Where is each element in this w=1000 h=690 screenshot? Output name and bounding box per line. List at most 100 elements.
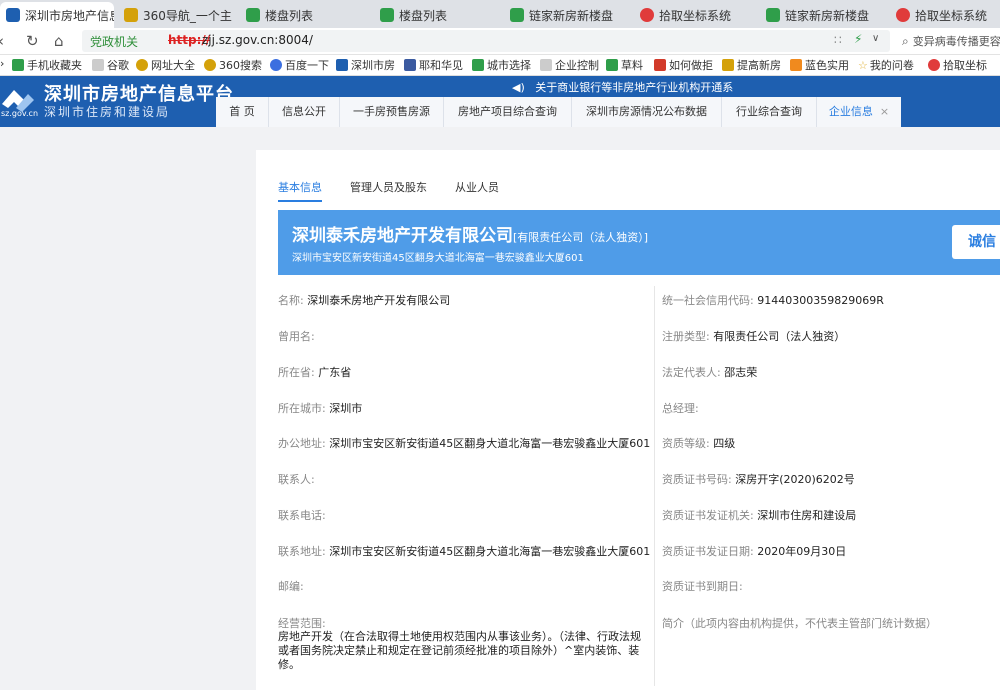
tab-label: 链家新房新楼盘 xyxy=(785,8,870,23)
tab-label: 拾取坐标系统 xyxy=(915,8,988,23)
360-icon xyxy=(136,59,148,71)
bookmark-10[interactable]: 草料 xyxy=(606,57,643,73)
field-contact-address: 联系地址: 深圳市宝安区新安街道45区翻身大道北海富一巷宏骏鑫业大厦601 xyxy=(278,543,650,559)
tab-loupan-1[interactable]: 楼盘列表 xyxy=(240,2,364,28)
map-pin-icon xyxy=(640,8,654,22)
field-label: 资质证书发证日期: xyxy=(662,545,754,558)
nav-industry-query[interactable]: 行业综合查询 xyxy=(722,97,817,127)
bookmark-9[interactable]: 企业控制 xyxy=(540,57,599,73)
field-legal-rep: 法定代表人: 邵志荣 xyxy=(662,364,757,380)
bookmark-13[interactable]: 蓝色实用 xyxy=(790,57,849,73)
field-label: 总经理: xyxy=(662,402,699,415)
field-cert-issue-date: 资质证书发证日期: 2020年09月30日 xyxy=(662,543,846,559)
bookmark-7[interactable]: 耶和华见 xyxy=(404,57,463,73)
tab-label: 拾取坐标系统 xyxy=(659,8,732,23)
bookmark-4[interactable]: 360搜索 xyxy=(204,57,262,73)
bookmark-12[interactable]: 提高新房 xyxy=(722,57,781,73)
360-favicon-icon xyxy=(124,8,138,22)
bookmark-2[interactable]: 谷歌 xyxy=(92,57,129,73)
city-icon xyxy=(472,59,484,71)
url-text[interactable]: zjj.sz.gov.cn:8004/ xyxy=(202,33,313,47)
bookmark-label: 手机收藏夹 xyxy=(27,59,82,72)
360-icon xyxy=(204,59,216,71)
company-address: 深圳市宝安区新安街道45区翻身大道北海富一巷宏骏鑫业大厦601 xyxy=(292,253,584,264)
bookmark-label: 耶和华见 xyxy=(419,59,463,72)
company-banner: 深圳泰禾房地产开发有限公司[有限责任公司（法人独资）] 深圳市宝安区新安街道45… xyxy=(278,210,1000,275)
tab-lianjia-1[interactable]: 链家新房新楼盘 xyxy=(504,2,628,28)
tab-lianjia-2[interactable]: 链家新房新楼盘 xyxy=(760,2,884,28)
site-icon xyxy=(336,59,348,71)
tab-label: 楼盘列表 xyxy=(399,8,448,23)
field-label: 简介（此项内容由机构提供，不代表主管部门统计数据） xyxy=(662,617,937,630)
url-box[interactable]: 党政机关 http:// zjj.sz.gov.cn:8004/ ∷ ⚡ ∨ xyxy=(82,30,890,52)
back-icon[interactable]: ‹ xyxy=(0,32,4,50)
chevron-down-icon[interactable]: ∨ xyxy=(872,33,879,44)
map-pin-icon xyxy=(928,59,940,71)
bookmark-5[interactable]: 百度一下 xyxy=(270,57,329,73)
tab-basic-info[interactable]: 基本信息 xyxy=(278,179,322,199)
tab-staff[interactable]: 从业人员 xyxy=(455,179,499,199)
nav-home[interactable]: 首 页 xyxy=(216,97,269,127)
nav-info-public[interactable]: 信息公开 xyxy=(269,97,340,127)
tab-loupan-2[interactable]: 楼盘列表 xyxy=(374,2,498,28)
notice-ticker[interactable]: ◀) 关于商业银行等非房地产行业机构开通系 xyxy=(512,79,733,95)
field-phone: 联系电话: xyxy=(278,507,326,523)
field-postcode: 邮编: xyxy=(278,578,304,594)
field-label: 资质证书发证机关: xyxy=(662,509,754,522)
star-icon: ☆ xyxy=(858,58,868,72)
bookmark-6[interactable]: 深圳市房 xyxy=(336,57,395,73)
field-value: 深房开字(2020)6202号 xyxy=(735,473,855,486)
bookmark-label: 草料 xyxy=(621,59,643,72)
nav-presale[interactable]: 一手房预售房源 xyxy=(340,97,444,127)
bookmark-8[interactable]: 城市选择 xyxy=(472,57,531,73)
tab-label: 链家新房新楼盘 xyxy=(529,8,614,23)
field-label: 经营范围: xyxy=(278,617,326,630)
jw-icon xyxy=(404,59,416,71)
tab-zuobiao-2[interactable]: 拾取坐标系统 xyxy=(890,2,1000,28)
bookmark-15[interactable]: 拾取坐标 xyxy=(928,57,987,73)
field-value: 深圳市宝安区新安街道45区翻身大道北海富一巷宏骏鑫业大厦601 xyxy=(329,545,651,558)
field-office-address: 办公地址: 深圳市宝安区新安街道45区翻身大道北海富一巷宏骏鑫业大厦601 xyxy=(278,435,650,451)
nav-housing-data[interactable]: 深圳市房源情况公布数据 xyxy=(572,97,722,127)
green-favicon-icon xyxy=(246,8,260,22)
field-cert-expiry: 资质证书到期日: xyxy=(662,578,743,594)
zhihu-icon xyxy=(654,59,666,71)
column-divider xyxy=(654,286,655,686)
bookmark-14[interactable]: ☆ 我的问卷 xyxy=(858,57,914,73)
bookmark-label: 百度一下 xyxy=(285,59,329,72)
bolt-icon[interactable]: ⚡ xyxy=(854,32,862,46)
tab-management[interactable]: 管理人员及股东 xyxy=(350,179,427,199)
field-label: 资质证书到期日: xyxy=(662,580,743,593)
left-blank-pane xyxy=(0,127,255,690)
bookmark-label: 我的问卷 xyxy=(869,59,914,72)
bookmark-label: 360搜索 xyxy=(219,59,262,72)
field-credit-code: 统一社会信用代码: 91440300359829069R xyxy=(662,292,884,308)
bookmark-3[interactable]: 网址大全 xyxy=(136,57,195,73)
tab-label: 楼盘列表 xyxy=(265,8,314,23)
credit-button[interactable]: 诚信 xyxy=(952,225,1000,259)
field-label: 注册类型: xyxy=(662,330,710,343)
green-favicon-icon xyxy=(380,8,394,22)
tab-360nav[interactable]: 360导航_一个主 xyxy=(118,2,236,28)
search-box[interactable]: ⌕ 变异病毒传播更容 xyxy=(896,30,1000,52)
browser-tab-strip: 深圳市房地产信息 × 360导航_一个主 楼盘列表 楼盘列表 链家新房新楼盘 拾… xyxy=(0,0,1000,28)
bookmark-11[interactable]: 如何做拒 xyxy=(654,57,713,73)
nav-project-query[interactable]: 房地产项目综合查询 xyxy=(444,97,572,127)
reload-icon[interactable]: ↻ xyxy=(26,32,39,50)
tab-zuobiao-1[interactable]: 拾取坐标系统 xyxy=(634,2,758,28)
speaker-icon: ◀) xyxy=(512,81,536,94)
bookmark-more-icon[interactable]: › xyxy=(0,57,4,70)
bookmark-label: 如何做拒 xyxy=(669,59,713,72)
field-former-name: 曾用名: xyxy=(278,328,315,344)
home-icon[interactable]: ⌂ xyxy=(54,32,64,50)
nav-enterprise-label: 企业信息 xyxy=(828,105,873,118)
grid-icon[interactable]: ∷ xyxy=(834,33,842,47)
site-subtitle: 深圳市住房和建设局 xyxy=(44,105,171,119)
business-scope-text: 房地产开发（在合法取得土地使用权范围内从事该业务）。（法律、行政法规或者国务院决… xyxy=(278,630,641,671)
field-label: 所在省: xyxy=(278,366,315,379)
bookmark-1[interactable]: 手机收藏夹 xyxy=(12,57,82,73)
close-icon[interactable]: × xyxy=(880,105,889,118)
nav-enterprise[interactable]: 企业信息 × xyxy=(817,97,901,127)
tab-szfdc[interactable]: 深圳市房地产信息 × xyxy=(0,2,114,28)
field-value: 深圳市宝安区新安街道45区翻身大道北海富一巷宏骏鑫业大厦601 xyxy=(329,437,651,450)
